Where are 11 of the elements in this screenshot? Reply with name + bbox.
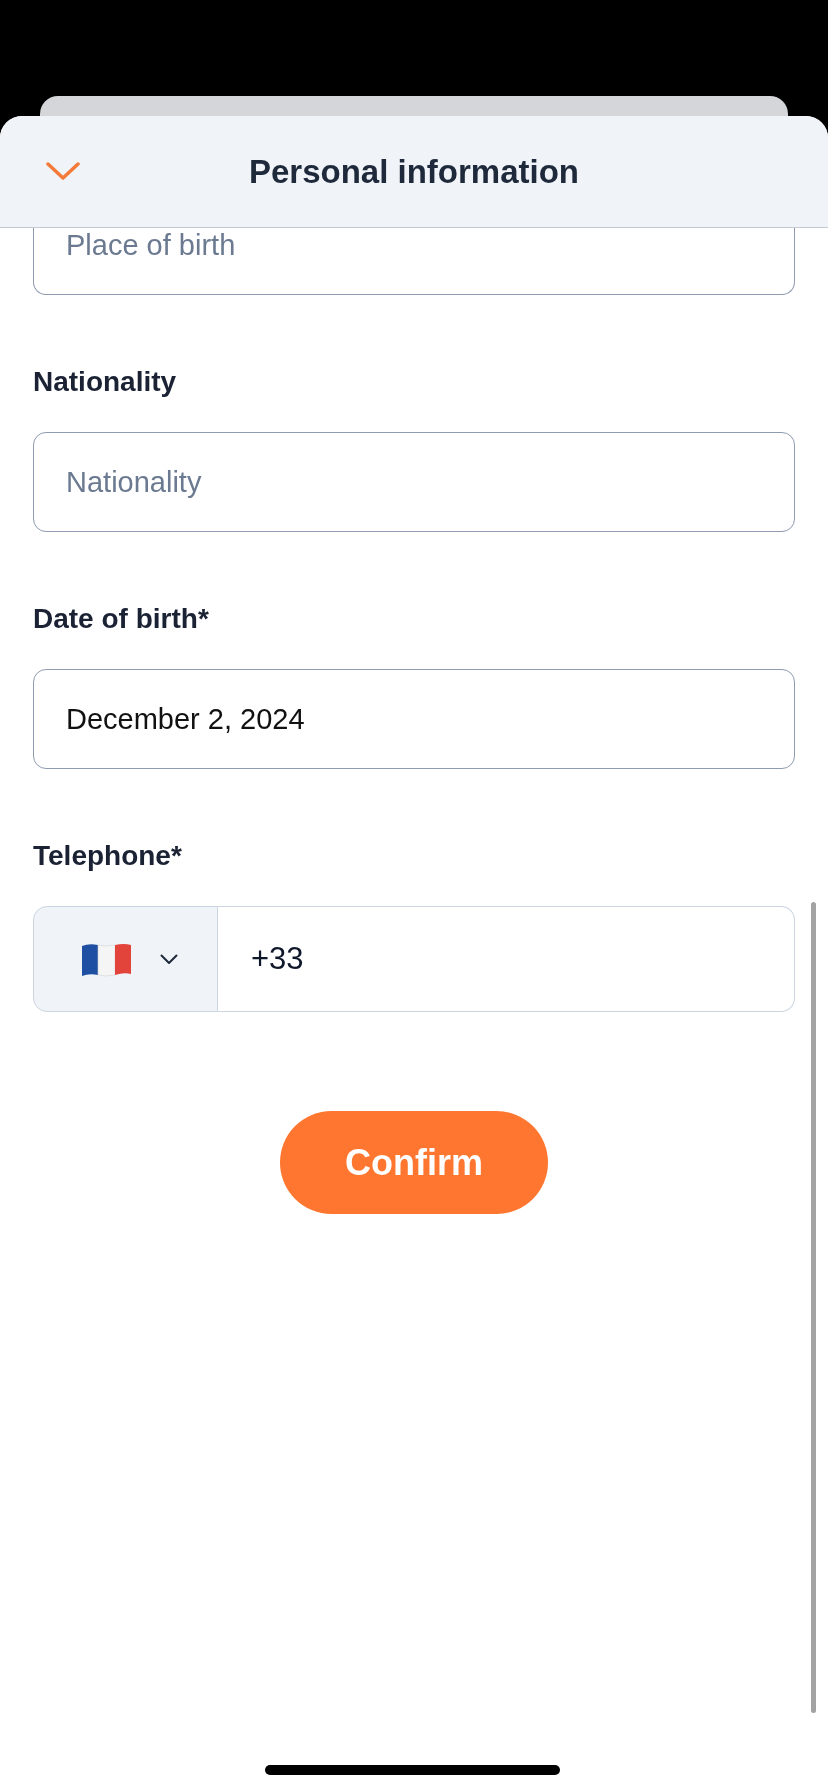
field-label: Nationality <box>33 365 177 399</box>
phone-number-field[interactable]: +33 <box>218 906 795 1012</box>
text-field[interactable]: Place of birth <box>33 228 795 295</box>
field-label: Telephone* <box>33 839 182 873</box>
date-field[interactable]: December 2, 2024 <box>33 669 795 769</box>
text-field[interactable]: Nationality <box>33 432 795 532</box>
sheet-title: Personal information <box>247 151 581 192</box>
chevron-down-icon <box>160 953 178 965</box>
country-select-button[interactable] <box>33 906 218 1012</box>
chevron-down-icon <box>46 162 80 181</box>
field-label: Date of birth* <box>33 602 209 636</box>
